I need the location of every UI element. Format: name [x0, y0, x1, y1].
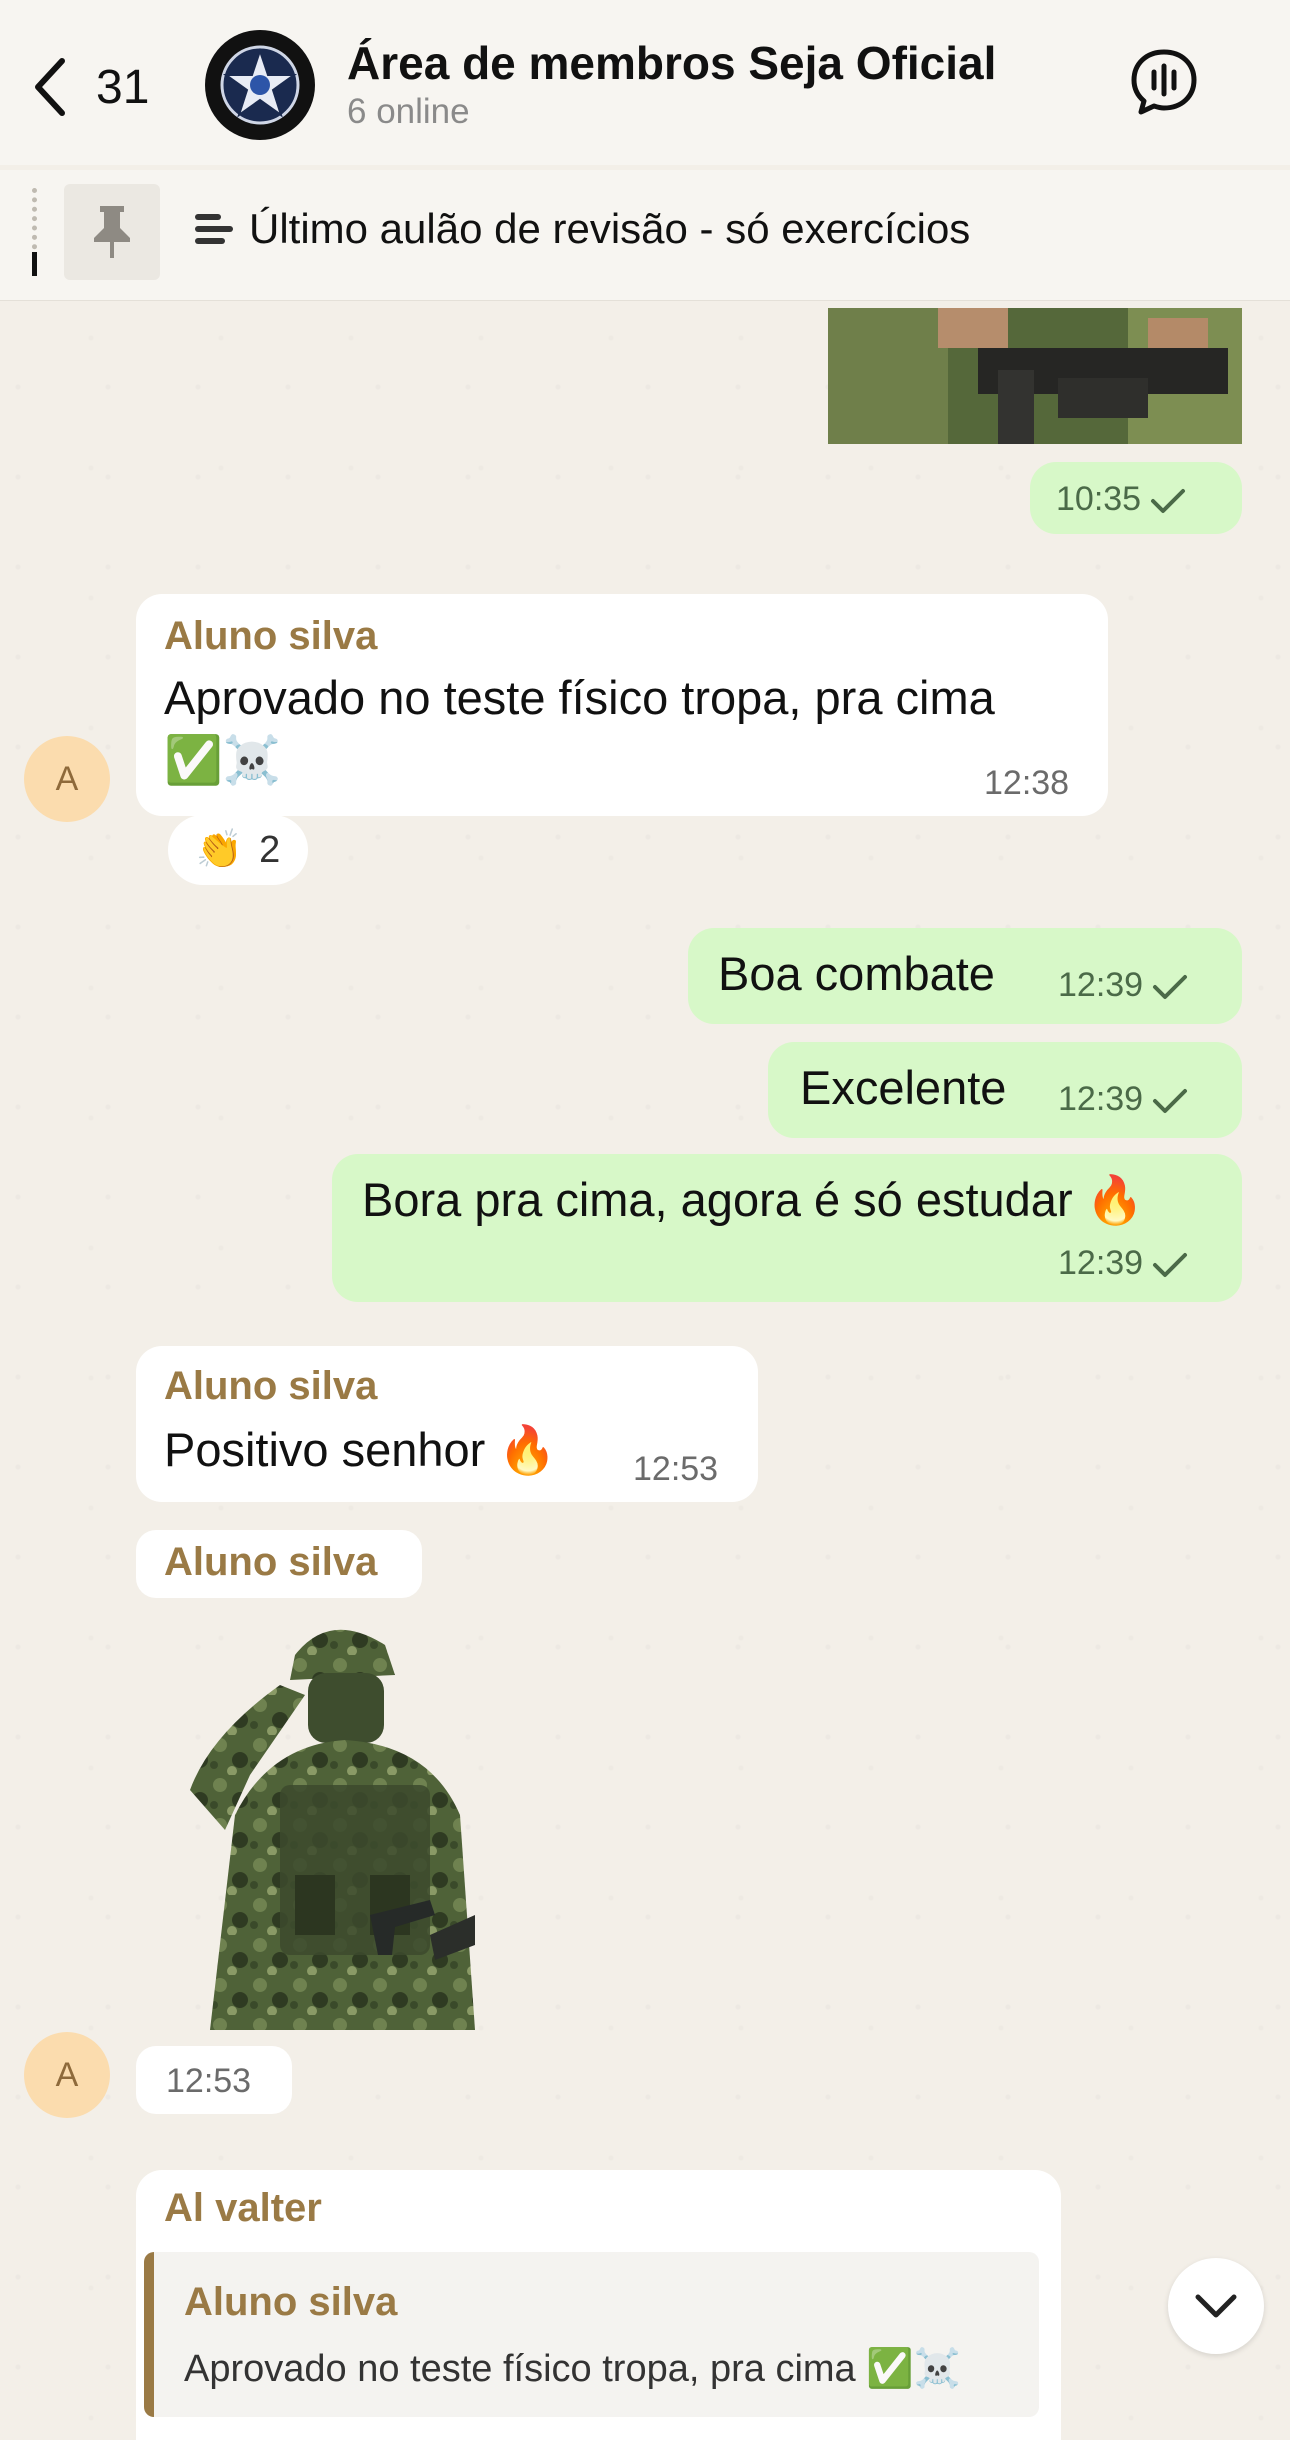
group-avatar[interactable] — [205, 30, 315, 140]
online-status: 6 online — [347, 92, 470, 131]
sender-name: Aluno silva — [164, 1364, 378, 1408]
star-emblem-icon — [220, 45, 300, 125]
quoted-sender: Aluno silva — [184, 2280, 398, 2324]
incoming-message-m2[interactable]: Aluno silva Aprovado no teste físico tro… — [136, 594, 1108, 816]
message-time: 12:39 — [1058, 966, 1189, 1005]
outgoing-photo[interactable] — [828, 308, 1242, 444]
pinned-text[interactable]: Último aulão de revisão - só exercícios — [195, 205, 970, 253]
back-button[interactable]: 31 — [30, 52, 170, 122]
voice-chat-icon[interactable] — [1128, 46, 1200, 118]
group-title[interactable]: Área de membros Seja Oficial — [347, 36, 996, 90]
sender-name: Aluno silva — [164, 614, 378, 658]
sticker-sender-label: Aluno silva — [136, 1530, 422, 1598]
pinned-indicator-active — [32, 252, 37, 276]
quoted-message[interactable]: Aluno silva Aprovado no teste físico tro… — [144, 2252, 1039, 2417]
sender-avatar-2[interactable]: A — [24, 2032, 110, 2118]
message-text: Positivo senhor 🔥 — [164, 1423, 557, 1476]
sent-check-icon — [1153, 1089, 1188, 1114]
chat-header: 31 Área de membros Seja Oficial 6 online — [0, 0, 1290, 165]
soldier-sticker-image — [190, 1629, 475, 2030]
sent-check-icon — [1153, 1253, 1188, 1278]
unread-count: 31 — [96, 60, 150, 114]
clap-emoji: 👏 — [195, 829, 244, 871]
message-time: 12:53 — [633, 1450, 719, 1488]
text-lines-icon — [195, 214, 233, 244]
message-time: 12:39 — [1058, 1080, 1189, 1119]
outgoing-message-m4[interactable]: Excelente 12:39 — [768, 1042, 1242, 1138]
message-text: Bora pra cima, agora é só estudar 🔥 — [362, 1173, 1145, 1226]
quoted-text: Aprovado no teste físico tropa, pra cima… — [184, 2348, 961, 2390]
message-text: Boa combate — [718, 947, 995, 1000]
incoming-message-m6[interactable]: Aluno silva Positivo senhor 🔥 12:53 — [136, 1346, 758, 1502]
outgoing-message-m5[interactable]: Bora pra cima, agora é só estudar 🔥 12:3… — [332, 1154, 1242, 1302]
reaction-count: 2 — [259, 828, 281, 871]
pinned-message-bar[interactable]: Último aulão de revisão - só exercícios — [0, 170, 1290, 301]
outgoing-message-m3[interactable]: Boa combate 12:39 — [688, 928, 1242, 1024]
message-time: 10:35 — [1056, 480, 1187, 519]
message-text: Aprovado no teste físico tropa, pra cima — [164, 671, 995, 724]
chevron-down-icon — [1195, 2294, 1237, 2318]
pinned-message-text: Último aulão de revisão - só exercícios — [249, 205, 971, 252]
soldier-rifle-photo — [828, 308, 1242, 444]
sender-name: Al valter — [164, 2186, 322, 2230]
pin-icon — [94, 206, 130, 258]
sticker-time-bubble: 12:53 — [136, 2046, 292, 2114]
chevron-left-icon — [35, 58, 65, 116]
message-time: 12:38 — [984, 764, 1070, 802]
message-time: 12:39 — [1058, 1244, 1189, 1283]
sender-name: Aluno silva — [164, 1540, 378, 1584]
message-emoji: ✅☠️ — [164, 733, 282, 786]
reaction-chip[interactable]: 👏 2 — [168, 815, 308, 885]
sent-check-icon — [1153, 975, 1188, 1000]
scroll-to-bottom-button[interactable] — [1168, 2258, 1264, 2354]
message-text: Excelente — [800, 1061, 1007, 1114]
saluting-soldier-sticker[interactable] — [130, 1615, 550, 2030]
pin-icon-box[interactable] — [64, 184, 160, 280]
outgoing-message-m1-time-bubble[interactable]: 10:35 — [1030, 462, 1242, 534]
sender-avatar[interactable]: A — [24, 736, 110, 822]
message-time: 12:53 — [166, 2062, 252, 2100]
sent-check-icon — [1151, 489, 1186, 514]
